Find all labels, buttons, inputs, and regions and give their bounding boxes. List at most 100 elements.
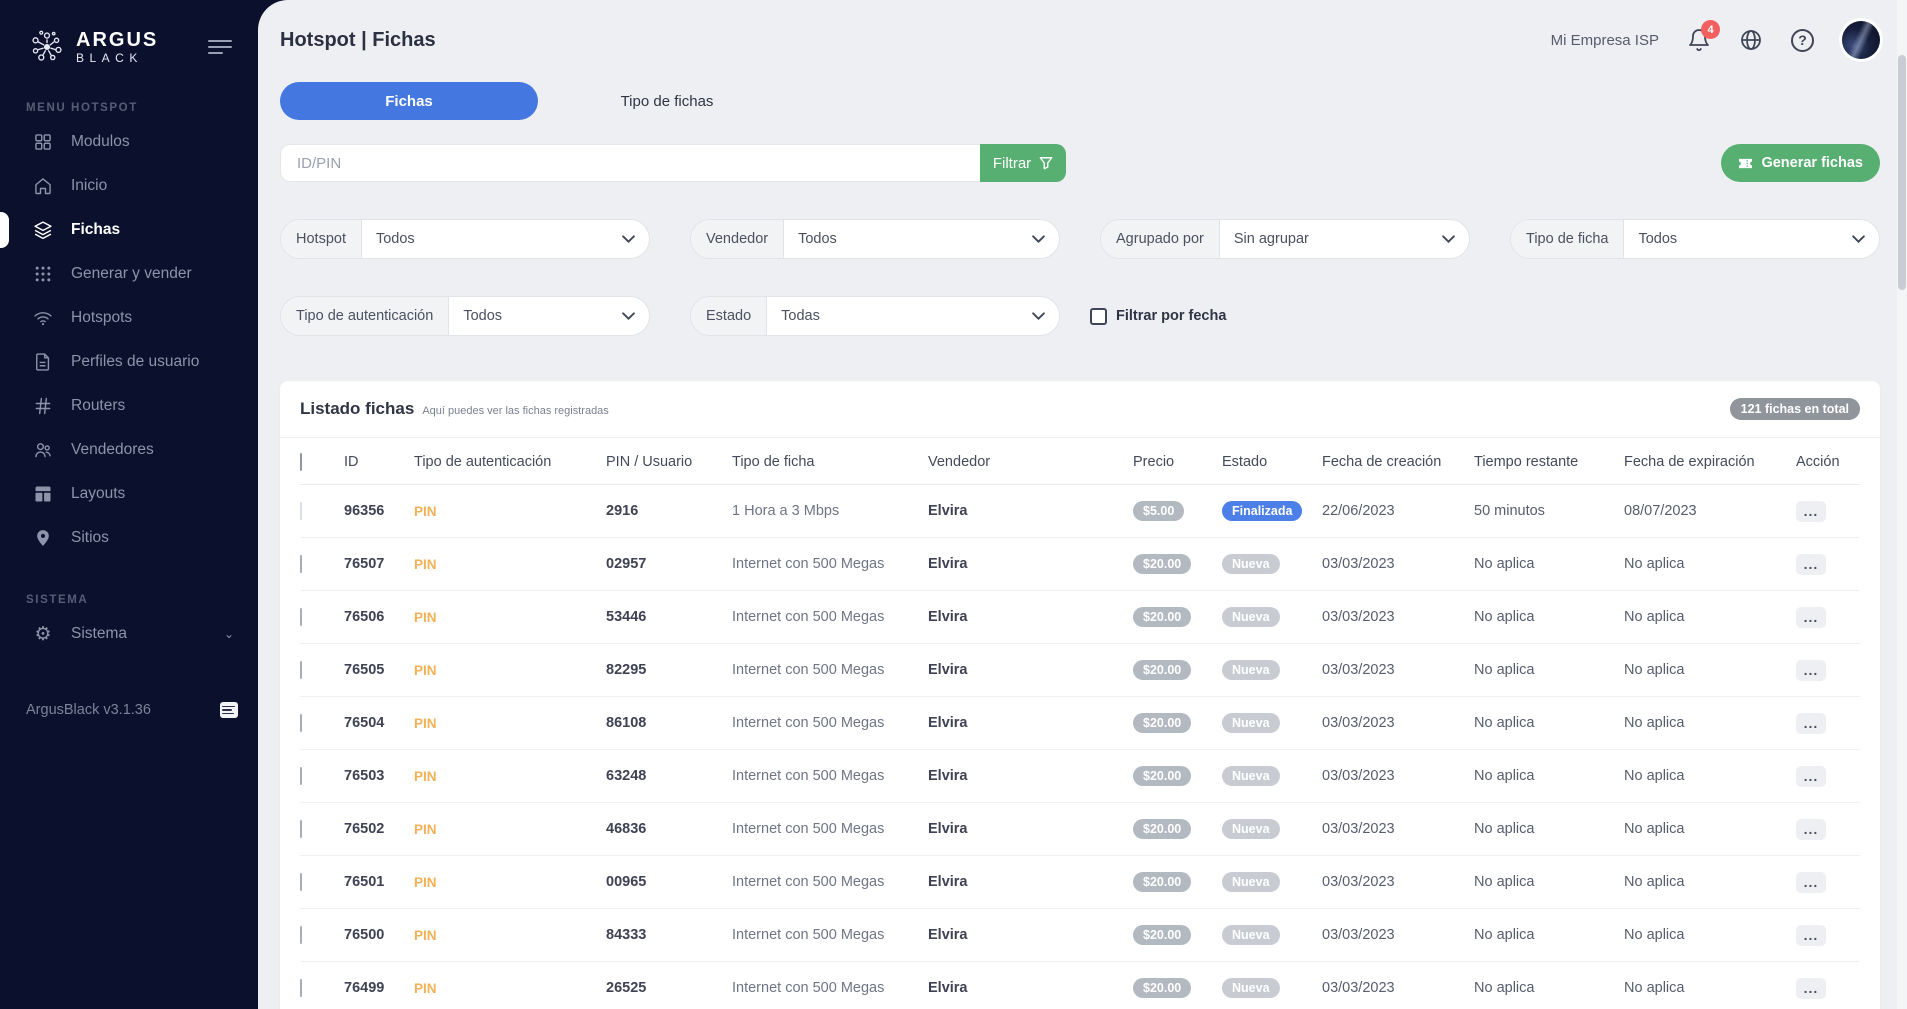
cell-status: Nueva (1222, 644, 1322, 697)
search-input[interactable] (280, 144, 980, 182)
row-actions-button[interactable]: ... (1796, 872, 1826, 893)
row-actions-button[interactable]: ... (1796, 554, 1826, 575)
cell-expires: 08/07/2023 (1624, 485, 1796, 538)
filter-agrupado-por[interactable]: Agrupado por Sin agrupar (1100, 219, 1470, 259)
cell-auth-type: PIN (414, 697, 606, 750)
date-filter-checkbox[interactable] (1090, 308, 1107, 325)
scrollbar-track[interactable] (1897, 0, 1907, 1009)
cell-vendor: Elvira (928, 750, 1133, 803)
filter-tipo-de-ficha[interactable]: Tipo de ficha Todos (1510, 219, 1880, 259)
help-icon[interactable]: ? (1791, 29, 1814, 52)
row-checkbox[interactable] (300, 608, 302, 626)
cell-expires: No aplica (1624, 538, 1796, 591)
sidebar-item-inicio[interactable]: Inicio (0, 164, 258, 208)
row-actions-button[interactable]: ... (1796, 925, 1826, 946)
sidebar-item-vendedores[interactable]: Vendedores (0, 428, 258, 472)
cell-ficha-type: Internet con 500 Megas (732, 591, 928, 644)
filter-estado[interactable]: Estado Todas (690, 296, 1060, 336)
cell-expires: No aplica (1624, 750, 1796, 803)
row-actions-button[interactable]: ... (1796, 501, 1826, 522)
sidebar-item-label: Sitios (71, 529, 109, 547)
logo-row: ARGUS BLACK (0, 0, 258, 68)
filter-by-date-checkbox-group[interactable]: Filtrar por fecha (1090, 308, 1226, 325)
row-actions-button[interactable]: ... (1796, 819, 1826, 840)
sidebar-section-label: MENU HOTSPOT (0, 102, 258, 114)
brand-line2: BLACK (76, 52, 158, 64)
cell-expires: No aplica (1624, 856, 1796, 909)
version-badge-icon[interactable] (220, 702, 238, 718)
sidebar-item-hotspots[interactable]: Hotspots (0, 296, 258, 340)
brand-line1: ARGUS (76, 30, 158, 50)
filter-row-1: Hotspot Todos Vendedor Todos Agrupado po… (280, 219, 1880, 259)
select-all-checkbox[interactable] (300, 453, 302, 471)
table-row: 76503PIN63248Internet con 500 MegasElvir… (300, 750, 1860, 803)
col-tipo-autenticacion: Tipo de autenticación (414, 438, 606, 485)
filter-value: Todos (1638, 231, 1677, 247)
row-checkbox[interactable] (300, 714, 302, 732)
row-actions-button[interactable]: ... (1796, 660, 1826, 681)
sidebar-item-generar-y-vender[interactable]: Generar y vender (0, 252, 258, 296)
sidebar-item-modulos[interactable]: Modulos (0, 120, 258, 164)
row-checkbox[interactable] (300, 661, 302, 679)
row-checkbox[interactable] (300, 979, 302, 997)
filter-label: Agrupado por (1101, 220, 1220, 258)
sidebar-item-fichas[interactable]: Fichas (0, 208, 258, 252)
cell-auth-type: PIN (414, 644, 606, 697)
table-row: 76502PIN46836Internet con 500 MegasElvir… (300, 803, 1860, 856)
row-actions-button[interactable]: ... (1796, 607, 1826, 628)
generate-fichas-button[interactable]: Generar fichas (1721, 144, 1880, 182)
sidebar-item-routers[interactable]: Routers (0, 384, 258, 428)
table-row: 76504PIN86108Internet con 500 MegasElvir… (300, 697, 1860, 750)
filter-vendedor[interactable]: Vendedor Todos (690, 219, 1060, 259)
scrollbar-thumb[interactable] (1898, 55, 1906, 290)
wifi-icon (32, 307, 54, 329)
row-checkbox[interactable] (300, 926, 302, 944)
filter-label: Hotspot (281, 220, 362, 258)
filter-tipo-de-autenticacion[interactable]: Tipo de autenticación Todos (280, 296, 650, 336)
cell-remaining: No aplica (1474, 538, 1624, 591)
cell-price: $20.00 (1133, 644, 1222, 697)
cell-created: 03/03/2023 (1322, 644, 1474, 697)
generate-button-label: Generar fichas (1761, 155, 1863, 171)
cell-vendor: Elvira (928, 644, 1133, 697)
table-row: 76505PIN82295Internet con 500 MegasElvir… (300, 644, 1860, 697)
filter-hotspot[interactable]: Hotspot Todos (280, 219, 650, 259)
ticket-icon (1738, 157, 1753, 170)
notification-badge: 4 (1701, 20, 1720, 39)
language-globe-icon[interactable] (1739, 28, 1763, 52)
cell-created: 03/03/2023 (1322, 750, 1474, 803)
cell-action: ... (1796, 697, 1860, 750)
filter-label: Tipo de ficha (1511, 220, 1624, 258)
row-actions-button[interactable]: ... (1796, 713, 1826, 734)
row-checkbox[interactable] (300, 767, 302, 785)
filter-value: Todos (463, 308, 502, 324)
cell-action: ... (1796, 909, 1860, 962)
cell-expires: No aplica (1624, 803, 1796, 856)
tab-tipo-de-fichas[interactable]: Tipo de fichas (538, 82, 796, 120)
user-avatar[interactable] (1842, 21, 1880, 59)
row-actions-button[interactable]: ... (1796, 766, 1826, 787)
row-checkbox[interactable] (300, 820, 302, 838)
cell-price: $20.00 (1133, 803, 1222, 856)
tab-fichas[interactable]: Fichas (280, 82, 538, 120)
cell-pin: 2916 (606, 485, 732, 538)
sidebar-item-sitios[interactable]: Sitios (0, 516, 258, 560)
cell-pin: 82295 (606, 644, 732, 697)
row-checkbox[interactable] (300, 555, 302, 573)
sidebar-item-layouts[interactable]: Layouts (0, 472, 258, 516)
cell-id: 76501 (344, 856, 414, 909)
row-actions-button[interactable]: ... (1796, 978, 1826, 999)
cell-price: $20.00 (1133, 962, 1222, 1009)
cell-created: 03/03/2023 (1322, 856, 1474, 909)
row-checkbox[interactable] (300, 873, 302, 891)
sidebar-toggle-icon[interactable] (204, 32, 236, 62)
filter-value: Todos (376, 231, 415, 247)
filter-button[interactable]: Filtrar (980, 144, 1066, 182)
sidebar-item-sistema[interactable]: ⚙Sistema⌄ (0, 612, 258, 656)
sidebar-item-perfiles-de-usuario[interactable]: Perfiles de usuario (0, 340, 258, 384)
notifications-bell-icon[interactable]: 4 (1687, 28, 1711, 52)
chevron-down-icon: ⌄ (224, 627, 234, 641)
page-title: Hotspot | Fichas (280, 29, 436, 52)
home-icon (32, 175, 54, 197)
cell-id: 96356 (344, 485, 414, 538)
